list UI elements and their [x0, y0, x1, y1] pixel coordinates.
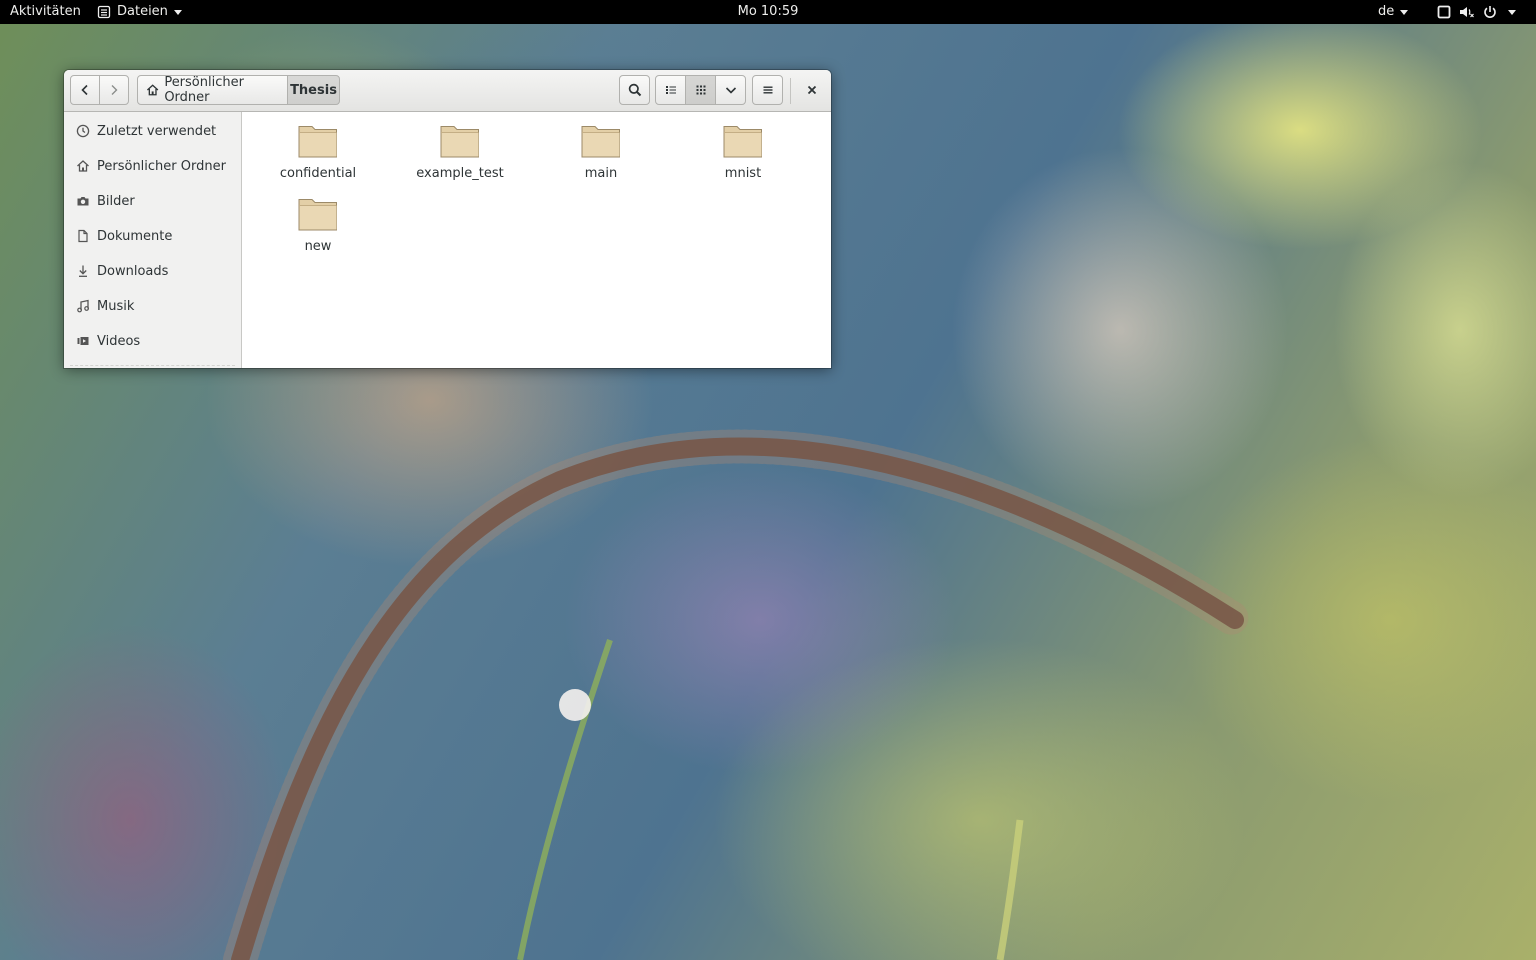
file-grid: confidential example_test main mnist new [242, 112, 831, 368]
folder-item[interactable]: mnist [683, 112, 803, 182]
folder-name: mnist [724, 166, 762, 181]
clock-icon [75, 123, 91, 139]
download-icon [75, 263, 91, 279]
app-menu-hamburger-button[interactable] [752, 75, 783, 105]
music-icon [75, 298, 91, 314]
search-button[interactable] [619, 75, 650, 105]
folder-item[interactable]: new [258, 185, 378, 255]
path-home-label: Persönlicher Ordner [164, 75, 244, 105]
folder-icon [581, 126, 620, 158]
folder-icon [298, 199, 337, 231]
document-icon [75, 228, 91, 244]
clock[interactable]: Mo 10:59 [738, 0, 799, 24]
language-label: de [1378, 4, 1395, 19]
chevron-left-icon [81, 84, 88, 96]
sidebar-item-downloads[interactable]: Downloads [64, 255, 241, 287]
sidebar-item-label: Downloads [97, 263, 169, 279]
folder-item[interactable]: example_test [400, 112, 520, 182]
sidebar-item-label: Musik [97, 298, 135, 314]
home-icon [75, 158, 91, 174]
header-bar: Persönlicher Ordner Thesis [64, 70, 831, 112]
chevron-down-icon [1400, 9, 1409, 15]
grid-view-icon [696, 85, 705, 95]
list-view-button[interactable] [655, 75, 686, 105]
header-separator [790, 78, 791, 104]
places-sidebar: Zuletzt verwendet Persönlicher Ordner Bi… [64, 112, 242, 368]
path-current-label: Thesis [290, 82, 337, 98]
folder-name: new [304, 239, 332, 254]
camera-icon [75, 193, 91, 209]
top-bar: Aktivitäten Dateien Mo 10:59 de [0, 0, 1536, 24]
back-button[interactable] [70, 75, 100, 105]
input-language-menu[interactable]: de [1378, 0, 1409, 24]
folder-icon [440, 126, 479, 158]
list-view-icon [665, 86, 676, 94]
sidebar-item-label: Videos [97, 333, 141, 349]
sidebar-item-label: Bilder [97, 193, 135, 209]
chevron-right-icon [111, 85, 118, 95]
folder-name: main [584, 166, 618, 181]
sidebar-item-home[interactable]: Persönlicher Ordner [64, 150, 241, 182]
sidebar-item-videos[interactable]: Videos [64, 325, 241, 357]
home-icon [146, 84, 159, 96]
path-bar-current-button[interactable]: Thesis [287, 75, 340, 105]
folder-icon [298, 126, 337, 158]
folder-item[interactable]: confidential [258, 112, 378, 182]
chevron-down-icon [725, 87, 736, 94]
folder-name: confidential [279, 166, 357, 181]
system-status-menu[interactable] [1436, 0, 1516, 24]
grid-view-button[interactable] [685, 75, 716, 105]
search-icon [628, 83, 641, 97]
forward-button[interactable] [99, 75, 129, 105]
close-icon [807, 85, 817, 95]
sidebar-item-label: Zuletzt verwendet [97, 123, 217, 139]
sidebar-scroll-edge [70, 365, 235, 368]
sidebar-item-pictures[interactable]: Bilder [64, 185, 241, 217]
folder-name: example_test [416, 166, 504, 181]
volume-muted-icon [1460, 7, 1474, 18]
power-icon [1484, 6, 1496, 18]
sidebar-item-recent[interactable]: Zuletzt verwendet [64, 115, 241, 147]
path-bar-home-button[interactable]: Persönlicher Ordner [137, 75, 288, 105]
screen-icon [1437, 5, 1451, 19]
file-manager-window: Persönlicher Ordner Thesis Zuletzt verwe… [64, 70, 831, 368]
chevron-down-icon [1508, 9, 1516, 15]
sidebar-item-label: Dokumente [97, 228, 173, 244]
clock-area: Mo 10:59 [0, 0, 1536, 24]
hamburger-menu-icon [763, 86, 772, 94]
sidebar-item-documents[interactable]: Dokumente [64, 220, 241, 252]
close-window-button[interactable] [797, 75, 827, 105]
sidebar-item-music[interactable]: Musik [64, 290, 241, 322]
view-options-button[interactable] [715, 75, 746, 105]
video-icon [75, 333, 91, 349]
folder-icon [723, 126, 762, 158]
sidebar-item-label: Persönlicher Ordner [97, 158, 226, 174]
folder-item[interactable]: main [541, 112, 661, 182]
